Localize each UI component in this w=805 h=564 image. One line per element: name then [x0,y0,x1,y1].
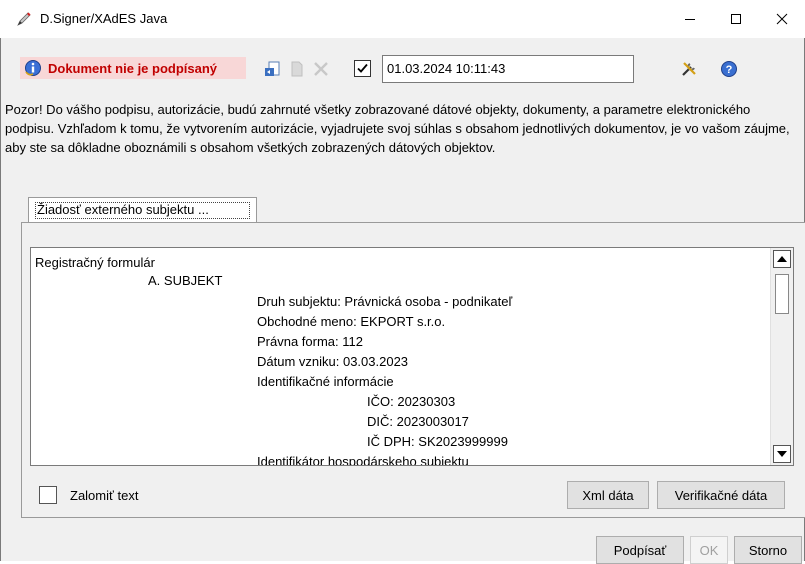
wrap-text-label: Zalomiť text [70,488,139,503]
doc-line: Identifikačné informácie [257,374,394,389]
verification-data-button[interactable]: Verifikačné dáta [657,481,785,509]
wrap-text-checkbox[interactable] [39,486,57,504]
ok-button[interactable]: OK [690,536,728,564]
doc-line: IČ DPH: SK2023999999 [367,434,508,449]
maximize-button[interactable] [713,0,759,38]
pen-icon [17,12,31,26]
status-text: Dokument nie je podpísaný [48,60,218,76]
scroll-up-button[interactable] [773,250,791,268]
minimize-icon [685,19,695,20]
doc-line: DIČ: 2023003017 [367,414,469,429]
delete-icon[interactable] [312,60,330,78]
vertical-scrollbar[interactable] [770,248,793,465]
date-checkbox[interactable] [354,60,371,77]
doc-line: Registračný formulár [35,255,155,270]
close-button[interactable] [759,0,805,38]
doc-line: Dátum vzniku: 03.03.2023 [257,354,409,369]
signing-time-field[interactable]: 01.03.2024 10:11:43 [382,55,634,83]
doc-line: Právna forma: 112 [257,334,363,349]
doc-line: Druh subjektu: Právnická osoba - podnika… [257,294,513,309]
sign-button[interactable]: Podpísať [596,536,684,564]
signer-window: D.Signer/XAdES Java Dokument nie je podp… [0,0,805,564]
document-viewer[interactable]: Registračný formulár A. SUBJEKT Druh sub… [30,247,794,466]
doc-line: A. SUBJEKT [148,273,223,288]
tools-icon[interactable] [680,60,698,78]
checkmark-icon [357,63,368,73]
xml-data-button[interactable]: Xml dáta [567,481,649,509]
scroll-down-button[interactable] [773,445,791,463]
scroll-thumb[interactable] [775,274,789,314]
window-border-left [0,38,1,561]
signature-status: Dokument nie je podpísaný [20,57,246,79]
title-bar: D.Signer/XAdES Java [0,0,805,38]
maximize-icon [731,14,741,24]
cancel-button[interactable]: Storno [734,536,802,564]
toolbar: Dokument nie je podpísaný 01.03.2024 10:… [0,38,805,96]
doc-line: IČO: 20230303 [367,394,456,409]
document-icon[interactable] [288,60,306,78]
window-title: D.Signer/XAdES Java [40,11,168,26]
close-icon [776,13,788,25]
arrow-down-icon [777,451,787,457]
tab-label: Žiadosť externého subjektu ... [35,202,250,219]
tab-document[interactable]: Žiadosť externého subjektu ... [28,197,257,222]
doc-line: Identifikátor hospodárskeho subjektu [257,454,469,466]
doc-line: Obchodné meno: EKPORT s.r.o. [257,314,446,329]
open-file-icon[interactable] [264,60,282,78]
warning-notice: Pozor! Do vášho podpisu, autorizácie, bu… [5,102,790,155]
info-icon [25,60,41,76]
arrow-up-icon [777,256,787,262]
minimize-button[interactable] [667,0,713,38]
help-icon[interactable]: ? [720,60,738,78]
svg-text:?: ? [726,64,733,76]
